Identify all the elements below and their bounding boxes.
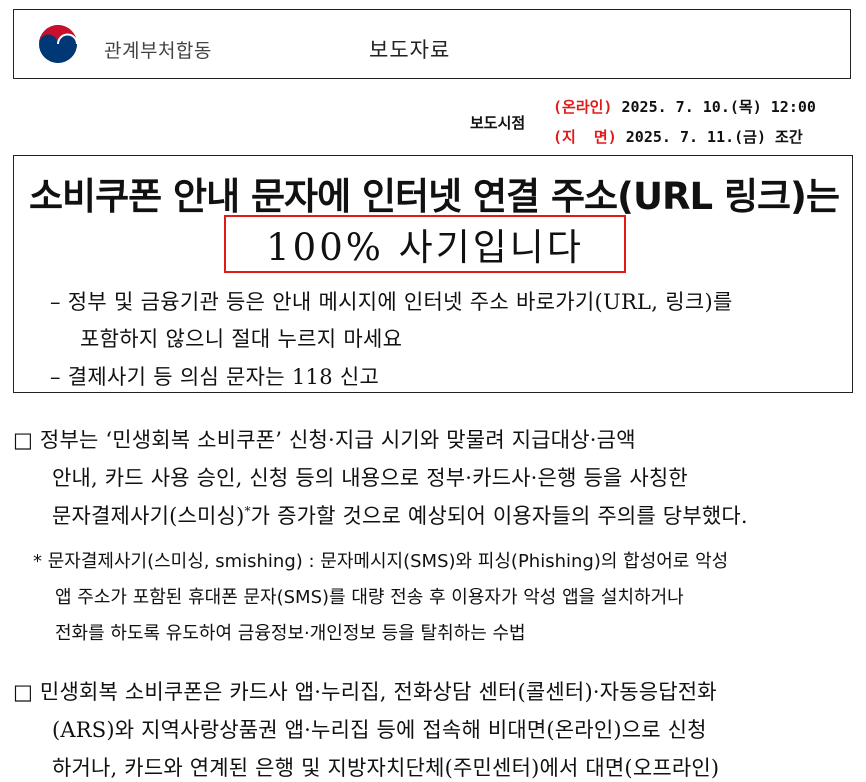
footnote-line-1: * 문자결제사기(스미싱, smishing) : 문자메시지(SMS)와 피싱…: [33, 551, 729, 572]
paragraph-1-line-1: □ 정부는 ‘민생회복 소비쿠폰’ 신청·지급 시기와 맞물려 지급대상·금액: [13, 424, 636, 454]
headline-highlight: 100% 사기입니다: [266, 226, 584, 269]
paragraph-2-line-1: □ 민생회복 소비쿠폰은 카드사 앱·누리집, 전화상담 센터(콜센터)·자동응…: [13, 676, 717, 706]
footnote-line-3: 전화를 하도록 유도하여 금융정보·개인정보 등을 탈취하는 수법: [55, 623, 526, 644]
print-date: 2025. 7. 11.(금) 조간: [625, 128, 803, 146]
paragraph-2-line-2: (ARS)와 지역사랑상품권 앱·누리집 등에 접속해 비대면(온라인)으로 신…: [52, 718, 707, 742]
paragraph-1-line-2: 안내, 카드 사용 승인, 신청 등의 내용으로 정부·카드사·은행 등을 사칭…: [52, 466, 688, 490]
summary-box: 소비쿠폰 안내 문자에 인터넷 연결 주소(URL 링크)는 100% 사기입니…: [13, 155, 853, 393]
org-name: 관계부처합동: [104, 40, 212, 62]
print-tag: (지 면): [553, 128, 617, 146]
paragraph-1-line-3-rest: 가 증가할 것으로 예상되어 이용자들의 주의를 당부했다.: [250, 504, 748, 528]
release-online-row: (온라인) 2025. 7. 10.(목) 12:00: [553, 96, 816, 117]
paragraph-2-text: 민생회복 소비쿠폰은 카드사 앱·누리집, 전화상담 센터(콜센터)·자동응답전…: [33, 680, 717, 704]
summary-line-1: – 정부 및 금융기관 등은 안내 메시지에 인터넷 주소 바로가기(URL, …: [50, 290, 733, 314]
summary-line-3: – 결제사기 등 의심 문자는 118 신고: [50, 365, 380, 389]
headline-highlight-box: 100% 사기입니다: [224, 215, 626, 273]
release-time-label: 보도시점: [470, 114, 526, 132]
paragraph-1-line-3: 문자결제사기(스미싱)*가 증가할 것으로 예상되어 이용자들의 주의를 당부했…: [52, 500, 748, 530]
paragraph-2-line-3: 하거나, 카드와 연계된 은행 및 지방자치단체(주민센터)에서 대면(오프라인…: [52, 756, 720, 780]
term-smishing: 문자결제사기(스미싱): [52, 504, 245, 528]
header-box: 관계부처합동 보도자료: [13, 9, 851, 79]
government-emblem-icon: [39, 25, 78, 63]
online-date: 2025. 7. 10.(목) 12:00: [621, 98, 816, 116]
summary-line-2: 포함하지 않으니 절대 누르지 마세요: [80, 327, 403, 351]
online-tag: (온라인): [553, 98, 613, 116]
bullet-box: □: [13, 680, 34, 704]
bullet-box: □: [13, 428, 34, 452]
paragraph-1-text: 정부는 ‘민생회복 소비쿠폰’ 신청·지급 시기와 맞물려 지급대상·금액: [33, 428, 636, 452]
release-print-row: (지 면) 2025. 7. 11.(금) 조간: [553, 126, 803, 147]
doc-type-title: 보도자료: [369, 38, 451, 62]
footnote-line-2: 앱 주소가 포함된 휴대폰 문자(SMS)를 대량 전송 후 이용자가 악성 앱…: [55, 587, 684, 608]
headline: 소비쿠폰 안내 문자에 인터넷 연결 주소(URL 링크)는: [29, 175, 840, 218]
